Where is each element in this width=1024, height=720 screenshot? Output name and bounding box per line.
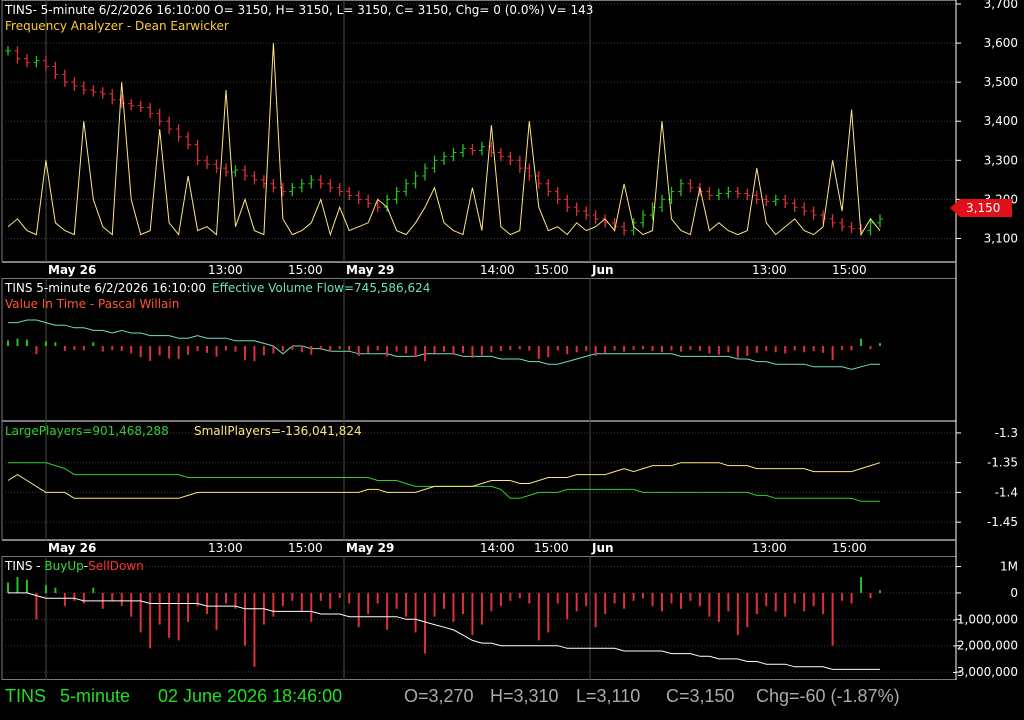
time-axis-2-time-label: 13:00 [208, 541, 243, 555]
price-y-tick-label: 3,700 [984, 0, 1018, 11]
panel-frame-p1 [1, 0, 957, 262]
time-axis-2-time-label: Jun [591, 541, 614, 555]
buyup-y-tick-label: -2,000,000 [953, 639, 1018, 653]
panel-frame-p4 [1, 556, 957, 680]
last-price-marker: 3,150 [950, 199, 1012, 217]
large-players-label: LargePlayers=901,468,288 [5, 424, 169, 438]
buyup-selldown-label: TINS - BuyUp-SellDown [4, 559, 144, 573]
time-axis-2-time-label: 15:00 [288, 541, 323, 555]
chart-canvas[interactable]: 3,7003,6003,5003,4003,3003,2003,100May 2… [0, 0, 1024, 680]
players-y-tick-label: -1.3 [995, 426, 1018, 440]
small-players-label: SmallPlayers=-136,041,824 [194, 424, 362, 438]
buyup-prefix: TINS - [4, 559, 44, 573]
last-price-label: 3,150 [966, 201, 1000, 215]
time-axis-1-time-label: 15:00 [832, 263, 867, 277]
time-axis-1-time-label: 15:00 [534, 263, 569, 277]
time-axis-2-time-label: May 26 [48, 541, 96, 555]
buyup-y-tick-label: -1,000,000 [953, 612, 1018, 626]
time-axis-1-time-label: May 29 [346, 263, 394, 277]
buyup-label: BuyUp [44, 559, 83, 573]
buyup-y-tick-label: 1M [1000, 560, 1018, 574]
time-axis-1-time-label: Jun [591, 263, 614, 277]
price-y-tick-label: 3,500 [984, 75, 1018, 89]
chart-window: 3,7003,6003,5003,4003,3003,2003,100May 2… [0, 0, 1024, 720]
footer-symbol: TINS [5, 686, 47, 706]
time-axis-1-time-label: 15:00 [288, 263, 323, 277]
price-y-tick-label: 3,400 [984, 114, 1018, 128]
time-axis-2-time-label: 13:00 [752, 541, 787, 555]
players-y-tick-label: -1.35 [987, 456, 1018, 470]
time-axis-2-time-label: 15:00 [534, 541, 569, 555]
footer-interval: 5-minute [60, 686, 131, 706]
players-y-tick-label: -1.4 [995, 485, 1018, 499]
time-axis-2-time-label: May 29 [346, 541, 394, 555]
selldown-label: SellDown [88, 559, 144, 573]
time-axis-1-time-label: 14:00 [480, 263, 515, 277]
time-axis-1-time-label: 13:00 [752, 263, 787, 277]
footer-datetime: 02 June 2026 18:46:00 [158, 686, 343, 706]
value-in-time-label: Value In Time - Pascal Willain [5, 297, 179, 311]
footer-low: L=3,110 [576, 686, 641, 706]
volume-flow-symbol: TINS 5-minute 6/2/2026 16:10:00 [4, 281, 206, 295]
status-footer: TINS 5-minute 02 June 2026 18:46:00 O=3,… [0, 680, 1024, 720]
volume-flow-title: TINS 5-minute 6/2/2026 16:10:00 Effective… [4, 281, 430, 295]
price-y-tick-label: 3,600 [984, 36, 1018, 50]
buyup-y-tick-label: 0 [1010, 586, 1018, 600]
footer-change: Chg=-60 (-1.87%) [756, 686, 900, 706]
price-y-tick-label: 3,100 [984, 231, 1018, 245]
footer-high: H=3,310 [490, 686, 559, 706]
time-axis-1-time-label: May 26 [48, 263, 96, 277]
footer-close: C=3,150 [666, 686, 735, 706]
large-players-line [8, 462, 880, 502]
price-header: TINS- 5-minute 6/2/2026 16:10:00 O= 3150… [4, 3, 593, 17]
frequency-analyzer-line [7, 43, 881, 237]
buyup-y-tick-label: -3,000,000 [953, 665, 1018, 679]
frequency-analyzer-label: Frequency Analyzer - Dean Earwicker [5, 19, 229, 33]
price-y-tick-label: 3,300 [984, 153, 1018, 167]
time-axis-2-time-label: 14:00 [480, 541, 515, 555]
time-axis-2-time-label: 15:00 [832, 541, 867, 555]
effective-volume-flow-label: Effective Volume Flow=745,586,624 [212, 281, 430, 295]
players-y-tick-label: -1.45 [987, 515, 1018, 529]
effective-volume-flow-line [8, 319, 880, 370]
time-axis-1-time-label: 13:00 [208, 263, 243, 277]
footer-open: O=3,270 [404, 686, 474, 706]
